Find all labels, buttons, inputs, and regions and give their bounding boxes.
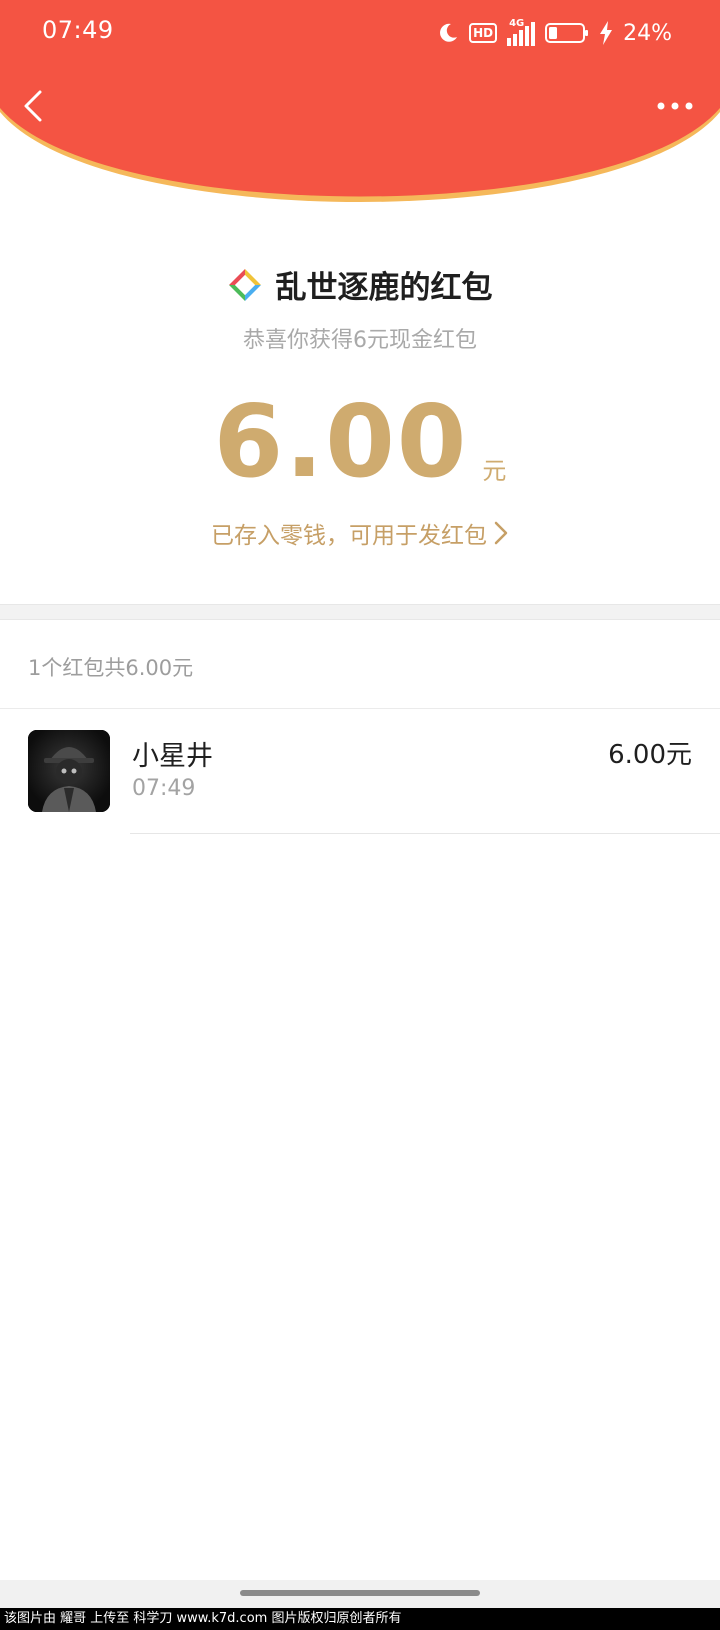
sender-row: 乱世逐鹿的红包 — [0, 262, 720, 307]
saved-link-label: 已存入零钱，可用于发红包 — [211, 523, 487, 549]
colorful-diamond-logo-icon — [228, 268, 261, 301]
amount-display: 6.00 元 — [0, 392, 720, 492]
hd-badge: HD — [469, 23, 498, 43]
amount-value: 6.00 — [213, 383, 469, 500]
back-icon[interactable] — [14, 84, 58, 128]
watermark-text: 该图片由 耀哥 上传至 科学刀 www.k7d.com 图片版权归原创者所有 — [0, 1608, 720, 1630]
status-icons: HD 4G 24% — [437, 17, 672, 49]
summary-divider — [0, 708, 720, 709]
packet-summary: 1个红包共6.00元 — [28, 656, 194, 680]
signal-icon: 4G — [507, 18, 536, 46]
home-indicator[interactable] — [240, 1590, 480, 1596]
avatar-figure-icon — [28, 730, 110, 812]
receiver-record-row[interactable]: 小星井 07:49 6.00元 — [0, 730, 720, 834]
avatar[interactable] — [28, 730, 110, 812]
row-divider — [130, 833, 720, 834]
receive-amount: 6.00元 — [608, 740, 692, 770]
more-dots-icon[interactable] — [652, 84, 698, 128]
moon-icon — [440, 23, 458, 42]
section-divider — [0, 604, 720, 620]
status-time: 07:49 — [42, 16, 114, 44]
status-bar: 07:49 HD 4G 24% — [0, 0, 720, 64]
nav-bar — [0, 80, 720, 132]
saved-to-wallet-link[interactable]: 已存入零钱，可用于发红包 — [0, 516, 720, 550]
battery-icon — [545, 23, 589, 43]
greeting-text: 恭喜你获得6元现金红包 — [243, 328, 477, 353]
amount-unit: 元 — [482, 457, 507, 485]
battery-percent: 24% — [623, 20, 672, 46]
charging-bolt-icon — [600, 21, 613, 45]
receiver-name: 小星井 — [132, 741, 213, 772]
receive-time: 07:49 — [132, 776, 196, 801]
sender-title: 乱世逐鹿的红包 — [275, 270, 493, 306]
chevron-right-icon — [494, 521, 508, 545]
